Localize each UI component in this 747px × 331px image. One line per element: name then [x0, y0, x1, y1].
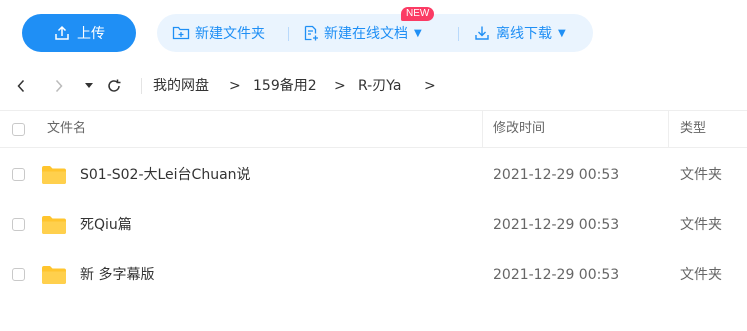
caret-down-icon: ▼	[414, 27, 422, 39]
breadcrumb-separator: >	[229, 78, 241, 94]
file-name[interactable]: 新 多字幕版	[80, 250, 154, 300]
new-folder-button[interactable]: 新建文件夹	[172, 14, 265, 52]
modified-time: 2021-12-29 00:53	[493, 217, 620, 233]
table-row[interactable]: 新 多字幕版 2021-12-29 00:53 文件夹	[0, 250, 747, 300]
file-type: 文件夹	[680, 167, 722, 183]
file-name[interactable]: 死Qiu篇	[80, 200, 132, 250]
select-all-checkbox[interactable]	[12, 123, 25, 136]
download-icon	[473, 24, 491, 42]
nav-divider	[141, 78, 142, 94]
folder-icon	[42, 216, 66, 234]
breadcrumb-separator: >	[334, 78, 346, 94]
new-doc-icon	[303, 25, 319, 42]
folder-icon	[42, 166, 66, 184]
new-folder-label: 新建文件夹	[195, 26, 265, 42]
chevron-left-icon[interactable]	[11, 76, 31, 96]
column-divider[interactable]	[668, 111, 669, 147]
column-header-type[interactable]: 类型	[680, 111, 706, 147]
breadcrumb-separator: >	[424, 78, 436, 94]
column-header-name[interactable]: 文件名	[47, 111, 86, 147]
breadcrumb-item[interactable]: R-刃Ya	[358, 76, 401, 96]
upload-icon	[53, 24, 71, 42]
folder-icon	[42, 266, 66, 284]
file-type: 文件夹	[680, 217, 722, 233]
new-badge: NEW	[401, 7, 435, 21]
modified-time: 2021-12-29 00:53	[493, 267, 620, 283]
file-type: 文件夹	[680, 267, 722, 283]
toolbar: 上传 新建文件夹 新建在线文档 ▼ 离线下载 ▼ NEW	[0, 0, 747, 66]
file-name[interactable]: S01-S02-大Lei台Chuan说	[80, 150, 251, 200]
breadcrumb-item[interactable]: 159备用2	[253, 76, 317, 96]
breadcrumb-item[interactable]: 我的网盘	[153, 76, 209, 96]
caret-down-icon: ▼	[558, 27, 566, 39]
navigation-bar: 我的网盘 > 159备用2 > R-刃Ya >	[0, 66, 747, 106]
toolbar-separator	[288, 27, 289, 41]
row-checkbox[interactable]	[12, 218, 25, 231]
caret-down-icon[interactable]	[79, 76, 99, 96]
table-header: 文件名 修改时间 类型	[0, 110, 747, 148]
table-row[interactable]: 死Qiu篇 2021-12-29 00:53 文件夹	[0, 200, 747, 250]
offline-download-button[interactable]: 离线下载 ▼	[473, 14, 566, 52]
chevron-right-icon[interactable]	[49, 76, 69, 96]
new-online-doc-label: 新建在线文档	[324, 26, 408, 42]
column-header-modified[interactable]: 修改时间	[493, 111, 545, 147]
refresh-icon[interactable]	[104, 76, 124, 96]
table-row[interactable]: S01-S02-大Lei台Chuan说 2021-12-29 00:53 文件夹	[0, 150, 747, 200]
action-group: 新建文件夹 新建在线文档 ▼ 离线下载 ▼	[157, 14, 593, 52]
row-checkbox[interactable]	[12, 168, 25, 181]
offline-download-label: 离线下载	[496, 26, 552, 42]
column-divider[interactable]	[482, 111, 483, 147]
row-checkbox[interactable]	[12, 268, 25, 281]
modified-time: 2021-12-29 00:53	[493, 167, 620, 183]
upload-button[interactable]: 上传	[22, 14, 136, 52]
toolbar-separator	[458, 27, 459, 41]
upload-label: 上传	[77, 26, 105, 42]
new-folder-icon	[172, 25, 190, 41]
